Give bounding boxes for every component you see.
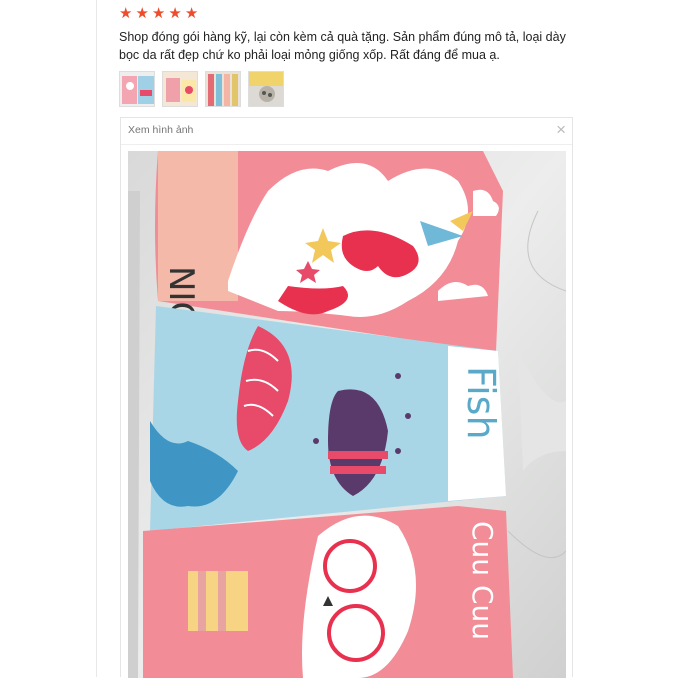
panel-2-text: Fish — [459, 366, 503, 440]
image-viewer-header: Xem hình ảnh × — [121, 118, 572, 145]
star-icon: ★ — [135, 5, 149, 22]
star-icon: ★ — [184, 5, 199, 22]
panel-3-text: Cuu Cuu — [466, 521, 499, 640]
review-thumbnail[interactable] — [162, 71, 198, 107]
rating-stars: ★ ★ ★ ★ ★ — [119, 6, 198, 22]
image-viewer: Xem hình ảnh × Fish Cuu Cuu — [120, 117, 573, 678]
left-divider — [96, 0, 97, 677]
cat-panel: Cuu Cuu — [143, 506, 513, 678]
review-comment: Shop đóng gói hàng kỹ, lại còn kèm cả qu… — [119, 30, 566, 62]
star-icon: ★ — [151, 5, 166, 22]
star-icon: ★ — [119, 5, 133, 22]
review-photo: NICORN Fish — [128, 151, 566, 678]
review-thumbnail[interactable] — [119, 71, 155, 107]
image-viewer-title: Xem hình ảnh — [128, 124, 194, 136]
close-icon[interactable]: × — [556, 120, 566, 140]
star-icon: ★ — [168, 5, 182, 22]
review-thumbnails — [119, 71, 284, 107]
review-thumbnail[interactable] — [248, 71, 284, 107]
review-thumbnail[interactable] — [205, 71, 241, 107]
